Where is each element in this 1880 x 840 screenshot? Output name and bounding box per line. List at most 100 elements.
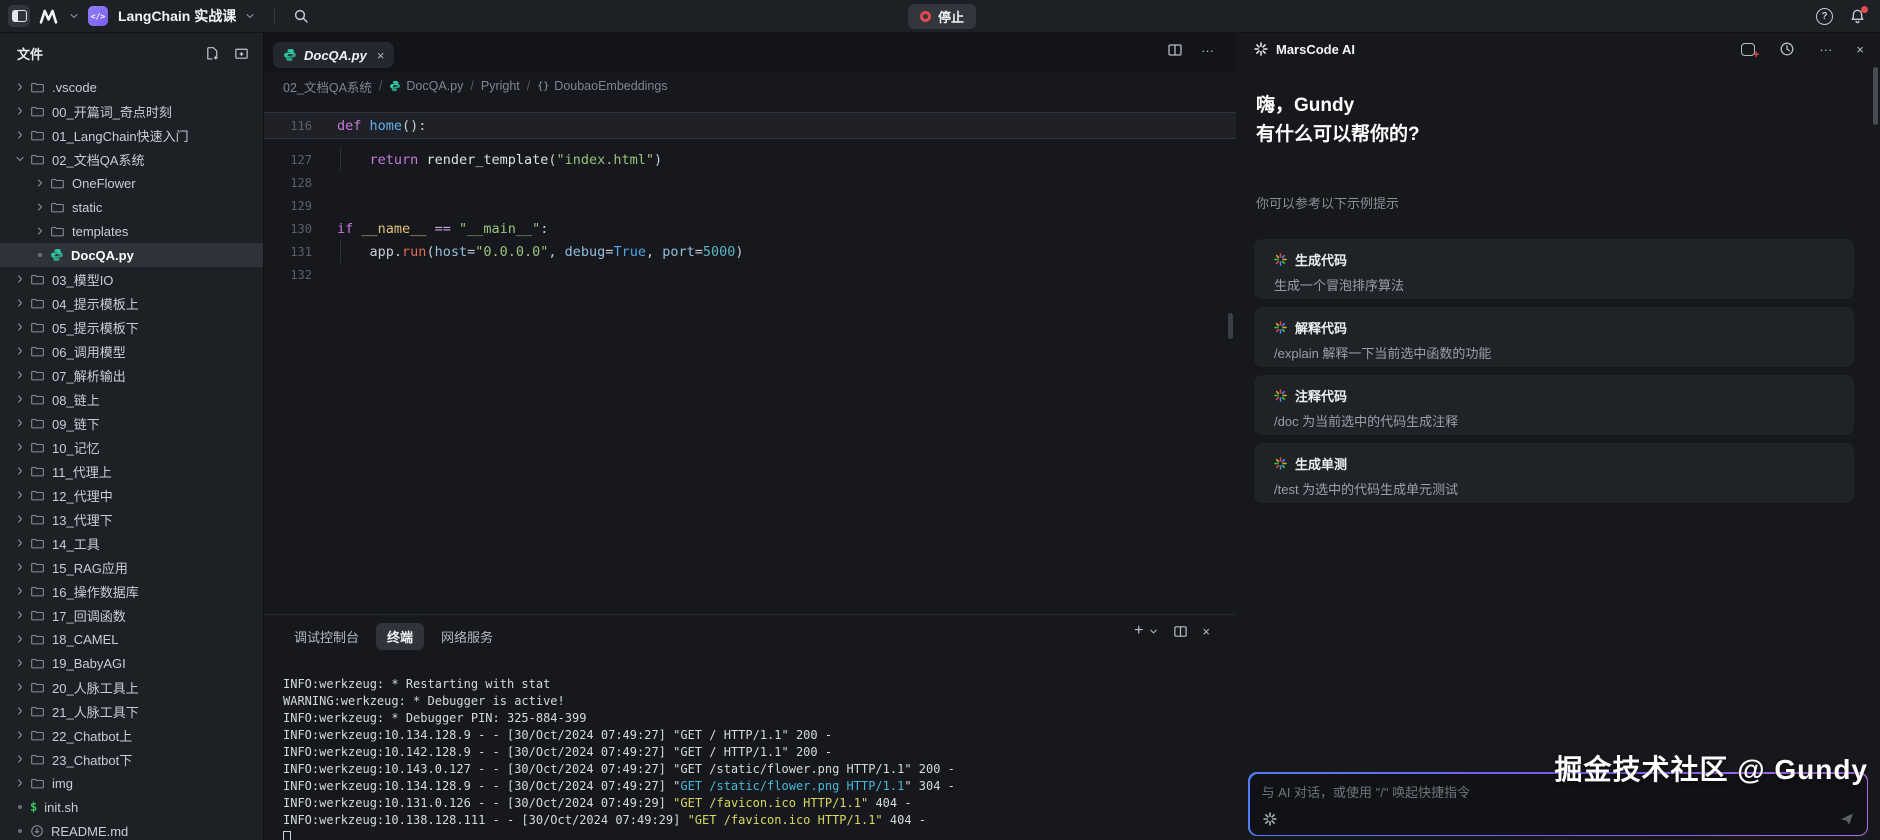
code-line: 116 def home(): bbox=[264, 112, 1236, 139]
chat-input[interactable] bbox=[1261, 781, 1807, 804]
terminal-line: INFO:werkzeug:10.131.0.126 - - [30/Oct/2… bbox=[283, 796, 912, 810]
tab-docqa[interactable]: DocQA.py × bbox=[273, 42, 395, 68]
file-explorer: 文件 .vscode 00_开篇词_奇点时刻 01_LangChain快速入门 02_… bbox=[0, 33, 264, 840]
breadcrumb-item[interactable]: Pyright bbox=[481, 79, 520, 93]
tree-item-img[interactable]: img bbox=[0, 771, 263, 795]
tree-item-18_CAMEL[interactable]: 18_CAMEL bbox=[0, 627, 263, 651]
tree-item-label: img bbox=[52, 775, 73, 791]
tree-item-17_回调函数[interactable]: 17_回调函数 bbox=[0, 603, 263, 627]
tree-item-label: OneFlower bbox=[72, 175, 136, 191]
breadcrumb[interactable]: 02_文档QA系统 / DocQA.py / Pyright / {} DoubaoEmbed… bbox=[283, 72, 1236, 100]
new-chat-button[interactable] bbox=[1741, 42, 1759, 61]
folder-icon bbox=[30, 344, 45, 359]
editor-more-icon[interactable]: ··· bbox=[1201, 43, 1214, 58]
search-icon[interactable] bbox=[293, 8, 309, 24]
help-icon[interactable]: ? bbox=[1816, 8, 1833, 25]
tree-item-02_文档QA系统[interactable]: 02_文档QA系统 bbox=[0, 147, 263, 171]
folder-icon bbox=[30, 632, 45, 647]
tree-item-23_Chatbot下[interactable]: 23_Chatbot下 bbox=[0, 747, 263, 771]
code-line: 129 bbox=[264, 194, 1236, 217]
terminal-line: INFO:werkzeug: * Restarting with stat bbox=[283, 677, 551, 691]
tree-item-templates[interactable]: templates bbox=[0, 219, 263, 243]
tree-item-05_提示模板下[interactable]: 05_提示模板下 bbox=[0, 315, 263, 339]
tree-item-label: 19_BabyAGI bbox=[52, 655, 126, 671]
terminal-output[interactable]: INFO:werkzeug: * Restarting with stat WAR… bbox=[283, 677, 1226, 840]
tree-item-07_解析输出[interactable]: 07_解析输出 bbox=[0, 363, 263, 387]
tree-item-03_模型IO[interactable]: 03_模型IO bbox=[0, 267, 263, 291]
tree-item-OneFlower[interactable]: OneFlower bbox=[0, 171, 263, 195]
tree-item-06_调用模型[interactable]: 06_调用模型 bbox=[0, 339, 263, 363]
folder-icon bbox=[30, 656, 45, 671]
chevron-right-icon bbox=[12, 657, 28, 669]
line-number: 116 bbox=[290, 118, 312, 133]
split-editor-icon[interactable] bbox=[1167, 42, 1183, 58]
toggle-sidebar-button[interactable] bbox=[8, 5, 30, 27]
tree-item-README.md[interactable]: README.md bbox=[0, 819, 263, 840]
stop-button[interactable]: 停止 bbox=[908, 4, 977, 29]
tree-item-20_人脉工具上[interactable]: 20_人脉工具上 bbox=[0, 675, 263, 699]
breadcrumb-item[interactable]: 02_文档QA系统 bbox=[283, 77, 372, 96]
chevron-right-icon bbox=[12, 129, 28, 141]
editor-scrollbar[interactable] bbox=[1228, 313, 1233, 339]
tree-item-init.sh[interactable]: $ init.sh bbox=[0, 795, 263, 819]
tree-item-label: 03_模型IO bbox=[52, 272, 114, 288]
tree-item-16_操作数据库[interactable]: 16_操作数据库 bbox=[0, 579, 263, 603]
prompt-card-title-text: 生成单测 bbox=[1295, 457, 1348, 472]
prompt-card-生成单测[interactable]: 生成单测/test 为选中的代码生成单元测试 bbox=[1254, 443, 1854, 503]
chevron-down-icon[interactable] bbox=[244, 10, 256, 22]
tree-item-12_代理中[interactable]: 12_代理中 bbox=[0, 483, 263, 507]
new-file-icon[interactable] bbox=[205, 46, 220, 61]
chevron-down-icon[interactable] bbox=[68, 10, 80, 22]
history-icon[interactable] bbox=[1779, 41, 1795, 57]
tree-item-DocQA.py[interactable]: DocQA.py bbox=[0, 243, 263, 267]
tree-item-13_代理下[interactable]: 13_代理下 bbox=[0, 507, 263, 531]
tree-item-09_链下[interactable]: 09_链下 bbox=[0, 411, 263, 435]
breadcrumb-item[interactable]: DocQA.py bbox=[389, 79, 463, 93]
prompt-card-desc: /test 为选中的代码生成单元测试 bbox=[1274, 482, 1459, 497]
marscode-logo[interactable] bbox=[38, 9, 60, 24]
send-icon[interactable] bbox=[1839, 811, 1855, 827]
split-terminal-icon[interactable] bbox=[1173, 624, 1188, 639]
close-tab-icon[interactable]: × bbox=[377, 48, 385, 63]
terminal-line: INFO:werkzeug:10.134.128.9 - - [30/Oct/2… bbox=[283, 779, 955, 793]
tree-item-21_人脉工具下[interactable]: 21_人脉工具下 bbox=[0, 699, 263, 723]
ide-window: </> LangChain 实战课 停止 ? 文件 .vscode 00_开篇词_… bbox=[0, 0, 1880, 840]
notifications-button[interactable] bbox=[1849, 5, 1868, 25]
top-bar: </> LangChain 实战课 停止 ? bbox=[0, 0, 1880, 33]
terminal-tab-调试控制台[interactable]: 调试控制台 bbox=[283, 623, 370, 650]
tree-item-01_LangChain快速入门[interactable]: 01_LangChain快速入门 bbox=[0, 123, 263, 147]
tree-item-label: 16_操作数据库 bbox=[52, 584, 139, 600]
tree-item-04_提示模板上[interactable]: 04_提示模板上 bbox=[0, 291, 263, 315]
workspace-title[interactable]: LangChain 实战课 bbox=[118, 6, 236, 26]
tree-item-static[interactable]: static bbox=[0, 195, 263, 219]
sparkle-icon bbox=[1263, 812, 1277, 826]
terminal-tab-网络服务[interactable]: 网络服务 bbox=[430, 623, 504, 650]
breadcrumb-item[interactable]: {} DoubaoEmbeddings bbox=[537, 79, 667, 93]
tree-item-.vscode[interactable]: .vscode bbox=[0, 75, 263, 99]
tree-item-label: 14_工具 bbox=[52, 536, 100, 552]
prompt-card-生成代码[interactable]: 生成代码 生成一个冒泡排序算法 bbox=[1254, 239, 1854, 299]
line-number: 130 bbox=[290, 221, 312, 236]
folder-icon bbox=[30, 584, 45, 599]
assistant-more-icon[interactable]: ··· bbox=[1819, 42, 1832, 57]
tree-item-00_开篇词_奇点时刻[interactable]: 00_开篇词_奇点时刻 bbox=[0, 99, 263, 123]
assistant-scrollbar[interactable] bbox=[1873, 67, 1878, 125]
prompt-card-解释代码[interactable]: 解释代码/explain 解释一下当前选中函数的功能 bbox=[1254, 307, 1854, 367]
chevron-right-icon bbox=[12, 753, 28, 765]
tree-item-10_记忆[interactable]: 10_记忆 bbox=[0, 435, 263, 459]
code-editor[interactable]: 116 def home(): 127 return render_template… bbox=[264, 100, 1236, 614]
tree-item-label: 17_回调函数 bbox=[52, 608, 126, 624]
terminal-tab-终端[interactable]: 终端 bbox=[376, 622, 425, 650]
tree-item-19_BabyAGI[interactable]: 19_BabyAGI bbox=[0, 651, 263, 675]
tree-item-22_Chatbot上[interactable]: 22_Chatbot上 bbox=[0, 723, 263, 747]
new-terminal-icon[interactable]: + bbox=[1134, 623, 1143, 639]
tree-item-14_工具[interactable]: 14_工具 bbox=[0, 531, 263, 555]
new-folder-icon[interactable] bbox=[234, 46, 249, 61]
tree-item-11_代理上[interactable]: 11_代理上 bbox=[0, 459, 263, 483]
close-panel-icon[interactable]: × bbox=[1202, 624, 1210, 639]
prompt-card-注释代码[interactable]: 注释代码/doc 为当前选中的代码生成注释 bbox=[1254, 375, 1854, 435]
tree-item-15_RAG应用[interactable]: 15_RAG应用 bbox=[0, 555, 263, 579]
tree-item-08_链上[interactable]: 08_链上 bbox=[0, 387, 263, 411]
chevron-down-icon[interactable] bbox=[1148, 626, 1159, 637]
close-assistant-icon[interactable]: × bbox=[1856, 42, 1864, 57]
